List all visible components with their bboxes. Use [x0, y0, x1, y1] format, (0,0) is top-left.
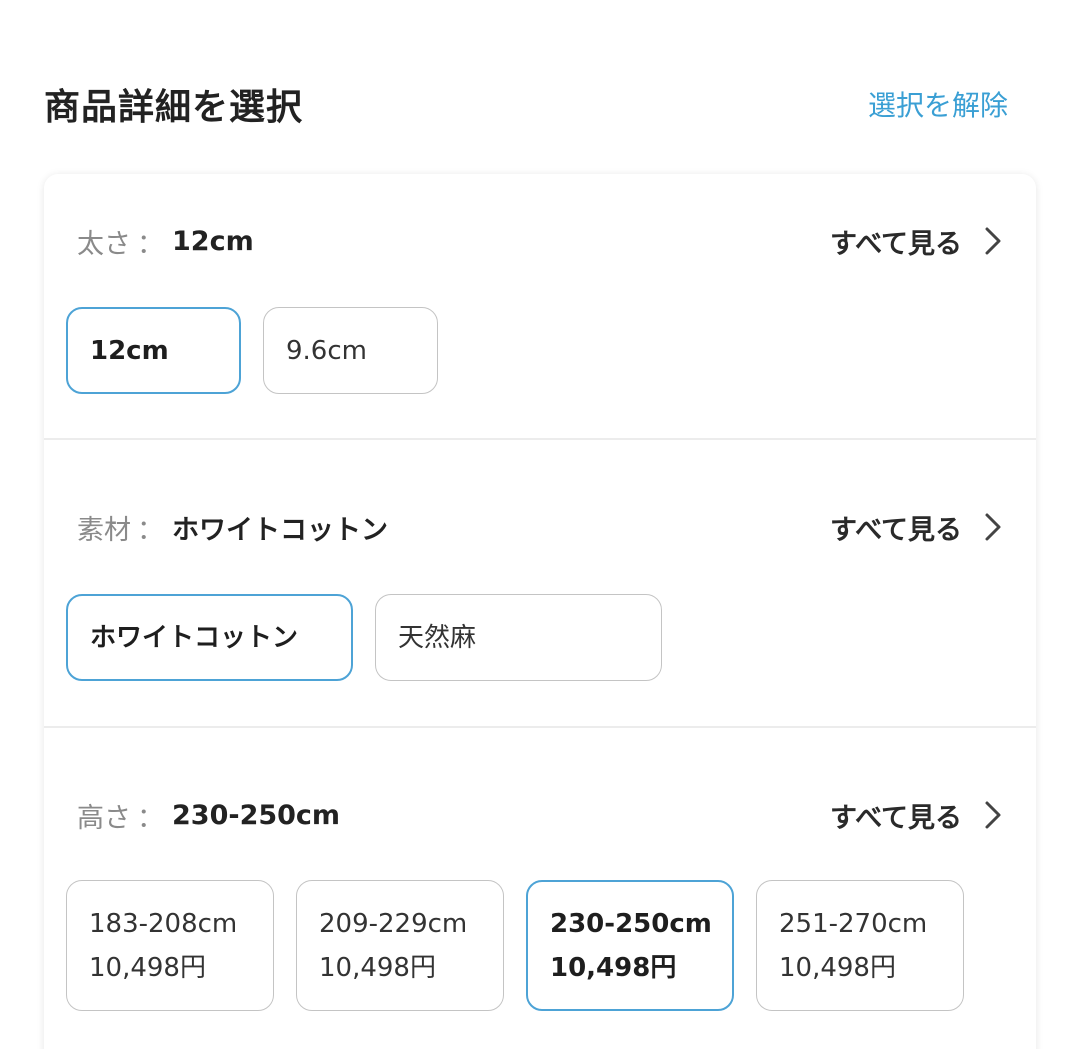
thickness-selected-value: 12cm — [172, 225, 254, 257]
option-chip-white-cotton[interactable]: ホワイトコットン — [66, 594, 353, 681]
height-selected-value: 230-250cm — [172, 799, 341, 831]
option-price: 10,498円 — [550, 952, 677, 983]
height-header: 高さ ： 230-250cm すべて見る — [77, 792, 1002, 838]
option-label: 12cm — [90, 335, 169, 366]
see-all-label: すべて見る — [829, 802, 962, 834]
height-section: 高さ ： 230-250cm すべて見る 183-208cm 10,498円 2… — [44, 728, 1036, 1049]
option-label: 230-250cm — [550, 908, 712, 939]
thickness-label: 太さ ： 12cm — [77, 222, 254, 261]
option-chip-209-229cm[interactable]: 209-229cm 10,498円 — [296, 880, 504, 1011]
option-chip-183-208cm[interactable]: 183-208cm 10,498円 — [66, 880, 274, 1011]
clear-selection-link[interactable]: 選択を解除 — [868, 84, 1008, 124]
label-colon: ： — [137, 514, 164, 546]
option-chip-12cm[interactable]: 12cm — [66, 307, 241, 394]
option-chip-251-270cm[interactable]: 251-270cm 10,498円 — [756, 880, 964, 1011]
see-all-label: すべて見る — [829, 228, 962, 260]
option-label: 251-270cm — [779, 908, 928, 939]
option-price: 10,498円 — [319, 952, 436, 983]
page-title: 商品詳細を選択 — [44, 87, 304, 128]
option-chip-9-6cm[interactable]: 9.6cm — [263, 307, 438, 394]
material-key: 素材 — [77, 514, 131, 546]
chevron-right-icon — [985, 801, 1001, 829]
material-see-all-button[interactable]: すべて見る — [830, 508, 1002, 547]
chevron-right-icon — [985, 227, 1001, 255]
option-label: ホワイトコットン — [90, 622, 299, 653]
height-label: 高さ ： 230-250cm — [77, 796, 340, 835]
option-label: 9.6cm — [286, 335, 367, 366]
material-selected-value: ホワイトコットン — [172, 514, 388, 546]
option-label: 天然麻 — [398, 622, 477, 653]
see-all-label: すべて見る — [829, 514, 962, 546]
thickness-key: 太さ — [77, 228, 131, 260]
option-label: 209-229cm — [319, 908, 468, 939]
height-see-all-button[interactable]: すべて見る — [830, 796, 1002, 835]
material-label: 素材 ： ホワイトコットン — [77, 508, 388, 547]
material-header: 素材 ： ホワイトコットン すべて見る — [77, 504, 1002, 550]
chevron-right-icon — [985, 513, 1001, 541]
label-colon: ： — [137, 228, 164, 260]
label-colon: ： — [137, 802, 164, 834]
option-chip-230-250cm[interactable]: 230-250cm 10,498円 — [526, 880, 734, 1011]
thickness-see-all-button[interactable]: すべて見る — [830, 222, 1002, 261]
product-detail-selector: 商品詳細を選択 選択を解除 太さ ： 12cm すべて見る 12cm 9.6cm… — [0, 0, 1080, 1049]
option-price: 10,498円 — [89, 952, 206, 983]
header: 商品詳細を選択 選択を解除 — [44, 76, 1008, 132]
height-key: 高さ — [77, 802, 131, 834]
material-section: 素材 ： ホワイトコットン すべて見る ホワイトコットン 天然麻 — [44, 440, 1036, 726]
option-price: 10,498円 — [779, 952, 896, 983]
option-label: 183-208cm — [89, 908, 238, 939]
options-card: 太さ ： 12cm すべて見る 12cm 9.6cm 素材 ： ホワイトコットン… — [44, 174, 1036, 1049]
thickness-header: 太さ ： 12cm すべて見る — [77, 218, 1002, 264]
thickness-section: 太さ ： 12cm すべて見る 12cm 9.6cm — [44, 174, 1036, 438]
option-chip-natural-hemp[interactable]: 天然麻 — [375, 594, 662, 681]
